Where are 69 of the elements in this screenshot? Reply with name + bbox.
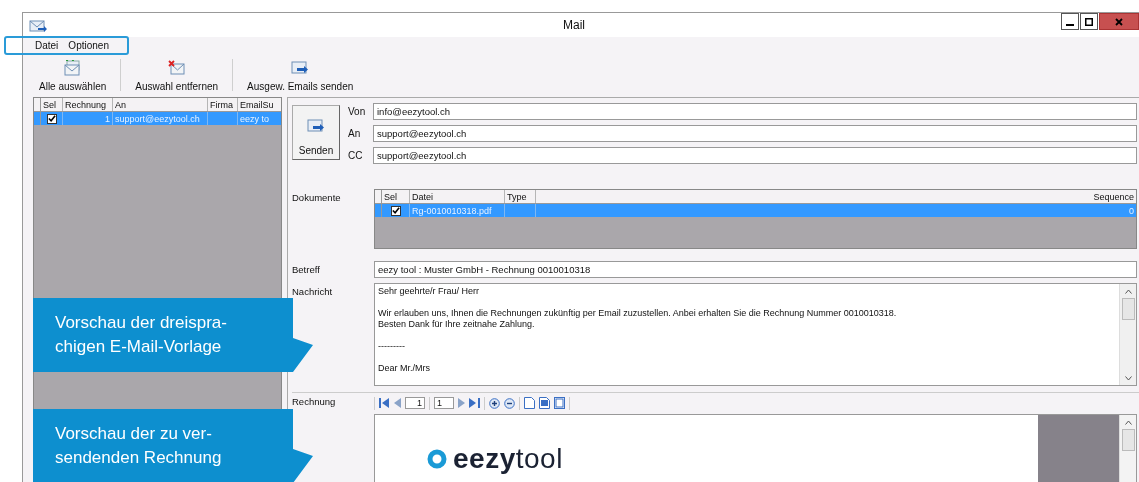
mail-icon [29, 18, 47, 32]
page-count-field: 1 [434, 397, 454, 409]
envelopes-icon [63, 60, 82, 76]
message-field[interactable] [374, 283, 1137, 386]
page-width-icon[interactable] [539, 397, 550, 409]
close-button[interactable] [1099, 13, 1139, 30]
first-page-icon[interactable] [379, 398, 390, 408]
envelope-remove-icon [167, 60, 186, 76]
next-page-icon[interactable] [458, 398, 465, 408]
column-header[interactable]: Type [505, 190, 536, 203]
last-page-icon[interactable] [469, 398, 480, 408]
field-label: Von [348, 106, 367, 117]
menu-item[interactable]: Datei [35, 39, 59, 51]
field-label: Betreff [292, 264, 321, 275]
message-paragraph: Wir erlauben uns, Ihnen die Rechnungen zukünftig per Email zuzustellen. Anbei erhalten Sie die Rechnung Nummer 0010010318. Besten Dank für Ihre zeitnahe Zahlung. [378, 308, 898, 330]
envelope-send-icon [291, 60, 310, 76]
toolbar-button[interactable]: Auswahl entfernen [127, 53, 227, 95]
column-header[interactable]: EmailSu [238, 98, 280, 111]
page-icon[interactable] [524, 397, 535, 409]
envelope-send-icon [307, 118, 325, 134]
checkbox[interactable] [46, 113, 57, 124]
table-cell: support@eezytool.ch [113, 112, 208, 125]
maximize-button[interactable] [1080, 13, 1098, 30]
field-label: CC [348, 150, 364, 161]
table-cell-text: 0 [1128, 204, 1135, 217]
window-title: Mail [562, 18, 586, 32]
scrollbar[interactable] [1119, 415, 1136, 482]
scroll-thumb[interactable] [1121, 298, 1135, 320]
input-field[interactable]: support@eezytool.ch [373, 125, 1137, 142]
column-header[interactable]: Sel [382, 190, 410, 203]
toolbar-button[interactable]: Alle auswählen [31, 53, 115, 95]
previous-page-icon[interactable] [394, 398, 401, 408]
page-field[interactable]: 1 [405, 397, 425, 409]
callout: Vorschau der dreispra- chigen E-Mail-Vorlage [33, 298, 313, 372]
column-header[interactable]: Rechnung [63, 98, 113, 111]
minimize-icon [1066, 23, 1074, 26]
table-cell: 1 [63, 112, 113, 125]
logo-text: eezytool [453, 443, 563, 475]
close-icon [1115, 17, 1123, 26]
input-field[interactable]: info@eezytool.ch [373, 103, 1137, 120]
table-cell: Rg-0010010318.pdf [410, 204, 505, 217]
zoom-in-icon[interactable] [489, 397, 500, 409]
scroll-thumb[interactable] [1121, 429, 1135, 451]
field-label: Nachricht [292, 285, 334, 299]
minimize-button[interactable] [1061, 13, 1079, 30]
maximize-icon [1085, 17, 1093, 26]
callout: Vorschau der zu ver- sendenden Rechnung [33, 409, 313, 482]
column-header[interactable]: Datei [410, 190, 505, 203]
input-field[interactable]: support@eezytool.ch [373, 147, 1137, 164]
column-header[interactable]: Sel [41, 98, 63, 111]
column-header[interactable]: Firma [208, 98, 238, 111]
toolbar-button[interactable]: Ausgew. Emails senden [239, 53, 362, 95]
whole-page-icon[interactable] [554, 397, 565, 409]
message-paragraph: --------- [378, 341, 406, 352]
column-header[interactable]: An [113, 98, 208, 111]
table-cell-text: eezy to [239, 112, 271, 125]
section-label: Dokumente [292, 191, 342, 205]
column-header[interactable]: Sequence [536, 190, 1136, 203]
scrollbar[interactable] [1119, 284, 1136, 385]
checkbox[interactable] [390, 205, 401, 216]
section-label: Rechnung [292, 396, 337, 409]
input-field[interactable]: eezy tool : Muster GmbH - Rechnung 0010010318 [374, 261, 1137, 278]
menu-item[interactable]: Optionen [68, 39, 109, 51]
ring-icon [427, 449, 447, 469]
field-label: An [348, 128, 362, 139]
message-paragraph: Sehr geehrte/r Frau/ Herr [378, 286, 481, 297]
zoom-out-icon[interactable] [504, 397, 515, 409]
send-button[interactable]: Senden [292, 105, 340, 160]
message-paragraph: Dear Mr./Mrs [378, 363, 431, 374]
